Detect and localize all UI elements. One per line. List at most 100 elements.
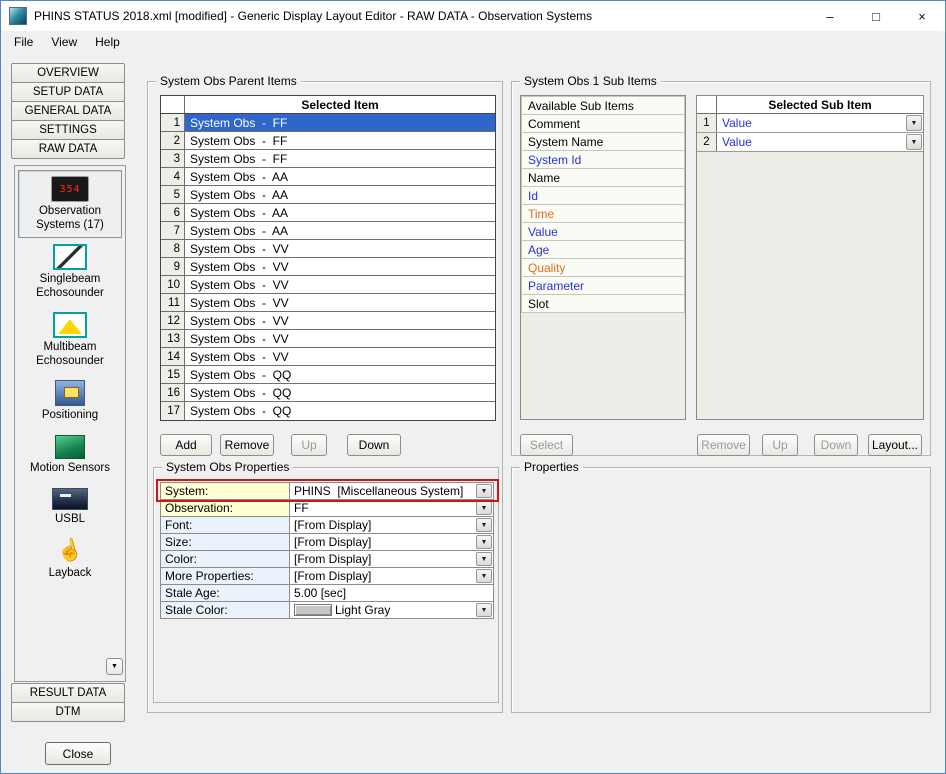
- available-sub-item[interactable]: System Id: [521, 150, 685, 169]
- property-combobox[interactable]: Light Gray ▼: [290, 601, 494, 619]
- dropdown-arrow-icon[interactable]: ▼: [476, 535, 492, 549]
- nav-button[interactable]: OVERVIEW: [11, 63, 125, 83]
- title-bar[interactable]: PHINS STATUS 2018.xml [modified] - Gener…: [1, 1, 945, 31]
- sub-item-button[interactable]: Up: [762, 434, 798, 456]
- minimize-button[interactable]: –: [807, 1, 853, 31]
- table-row[interactable]: 8 System Obs - VV: [161, 240, 495, 258]
- sidebar-item[interactable]: Multibeam Echosounder: [18, 306, 122, 374]
- table-row[interactable]: 9 System Obs - VV: [161, 258, 495, 276]
- sidebar-nav-bottom: RESULT DATADTM: [11, 683, 125, 722]
- sub-item-button[interactable]: Remove: [697, 434, 750, 456]
- row-number: 2: [161, 132, 185, 149]
- property-value: [From Display]: [294, 569, 371, 583]
- row-label: System Obs - FF: [185, 132, 495, 149]
- property-combobox[interactable]: [From Display] ▼: [290, 550, 494, 568]
- dropdown-arrow-icon[interactable]: ▼: [476, 484, 492, 498]
- sub-item-combobox[interactable]: Value ▼: [717, 133, 923, 151]
- dropdown-arrow-icon[interactable]: ▼: [476, 569, 492, 583]
- close-button[interactable]: Close: [45, 742, 111, 765]
- row-number: 3: [161, 150, 185, 167]
- nav-button[interactable]: GENERAL DATA: [11, 101, 125, 121]
- available-sub-item[interactable]: Name: [521, 168, 685, 187]
- available-sub-item[interactable]: Value: [521, 222, 685, 241]
- row-label: System Obs - VV: [185, 240, 495, 257]
- select-button[interactable]: Select: [520, 434, 573, 456]
- selected-header: Selected Sub Item: [697, 96, 923, 114]
- row-number: 5: [161, 186, 185, 203]
- available-sub-item[interactable]: System Name: [521, 132, 685, 151]
- sub-item-value: Value: [722, 135, 752, 149]
- dropdown-arrow-icon[interactable]: ▼: [476, 552, 492, 566]
- group-sub-items: System Obs 1 Sub Items Available Sub Ite…: [511, 81, 931, 456]
- table-row[interactable]: 10 System Obs - VV: [161, 276, 495, 294]
- dropdown-arrow-icon[interactable]: ▼: [476, 501, 492, 515]
- property-label: Observation:: [160, 499, 290, 517]
- property-combobox[interactable]: 5.00 [sec] ▼: [290, 584, 494, 602]
- nav-button[interactable]: RESULT DATA: [11, 683, 125, 703]
- selected-sub-item-row: 2 Value ▼: [697, 133, 923, 152]
- property-combobox[interactable]: [From Display] ▼: [290, 533, 494, 551]
- table-row[interactable]: 7 System Obs - AA: [161, 222, 495, 240]
- table-row[interactable]: 2 System Obs - FF: [161, 132, 495, 150]
- row-number: 10: [161, 276, 185, 293]
- sidebar-item[interactable]: 354 Observation Systems (17): [18, 170, 122, 238]
- sidebar-item[interactable]: Positioning: [18, 374, 122, 429]
- table-row[interactable]: 12 System Obs - VV: [161, 312, 495, 330]
- table-row[interactable]: 3 System Obs - FF: [161, 150, 495, 168]
- available-sub-item[interactable]: Comment: [521, 114, 685, 133]
- scroll-down-button[interactable]: ▼: [106, 658, 123, 675]
- menu-item[interactable]: Help: [86, 32, 129, 52]
- property-combobox[interactable]: FF ▼: [290, 499, 494, 517]
- dropdown-arrow-icon[interactable]: ▼: [906, 115, 922, 131]
- table-row[interactable]: 15 System Obs - QQ: [161, 366, 495, 384]
- property-label: Stale Age:: [160, 584, 290, 602]
- sidebar-item[interactable]: Motion Sensors: [18, 429, 122, 482]
- table-row[interactable]: 6 System Obs - AA: [161, 204, 495, 222]
- sub-item-button[interactable]: Layout...: [868, 434, 922, 456]
- row-number: 9: [161, 258, 185, 275]
- dropdown-arrow-icon[interactable]: ▼: [476, 518, 492, 532]
- dropdown-arrow-icon[interactable]: ▼: [476, 603, 492, 617]
- available-sub-item[interactable]: Id: [521, 186, 685, 205]
- sub-item-buttons: Remove Up Down Layout...: [697, 434, 922, 456]
- available-sub-item[interactable]: Time: [521, 204, 685, 223]
- table-row[interactable]: 13 System Obs - VV: [161, 330, 495, 348]
- sidebar-item[interactable]: USBL: [18, 482, 122, 533]
- table-row[interactable]: 1 System Obs - FF: [161, 114, 495, 132]
- list-button[interactable]: Add: [160, 434, 212, 456]
- property-combobox[interactable]: [From Display] ▼: [290, 516, 494, 534]
- property-label: System:: [160, 482, 290, 500]
- table-row[interactable]: 4 System Obs - AA: [161, 168, 495, 186]
- available-sub-item[interactable]: Parameter: [521, 276, 685, 295]
- close-window-button[interactable]: ×: [899, 1, 945, 31]
- maximize-button[interactable]: □: [853, 1, 899, 31]
- menu-item[interactable]: File: [5, 32, 42, 52]
- positioning-icon: [55, 380, 85, 406]
- available-sub-item[interactable]: Age: [521, 240, 685, 259]
- list-button[interactable]: Down: [347, 434, 401, 456]
- nav-button[interactable]: SETTINGS: [11, 120, 125, 140]
- sidebar-item[interactable]: ☝ Layback: [18, 532, 122, 587]
- list-button[interactable]: Up: [291, 434, 327, 456]
- dropdown-arrow-icon[interactable]: ▼: [906, 134, 922, 150]
- list-button[interactable]: Remove: [220, 434, 274, 456]
- available-sub-items-panel: Available Sub Items CommentSystem NameSy…: [520, 95, 686, 420]
- available-sub-item[interactable]: Quality: [521, 258, 685, 277]
- property-combobox[interactable]: PHINS [Miscellaneous System] ▼: [290, 482, 494, 500]
- table-row[interactable]: 17 System Obs - QQ: [161, 402, 495, 420]
- table-row[interactable]: 11 System Obs - VV: [161, 294, 495, 312]
- sub-item-combobox[interactable]: Value ▼: [717, 114, 923, 132]
- sidebar-item[interactable]: Singlebeam Echosounder: [18, 238, 122, 306]
- nav-button[interactable]: SETUP DATA: [11, 82, 125, 102]
- table-row[interactable]: 16 System Obs - QQ: [161, 384, 495, 402]
- menu-item[interactable]: View: [42, 32, 86, 52]
- selected-sub-items-panel: Selected Sub Item 1 Value ▼ 2 Value ▼: [696, 95, 924, 420]
- table-row[interactable]: 14 System Obs - VV: [161, 348, 495, 366]
- sidebar-panel: 354 Observation Systems (17) Singlebeam …: [14, 165, 126, 682]
- table-row[interactable]: 5 System Obs - AA: [161, 186, 495, 204]
- nav-button[interactable]: RAW DATA: [11, 139, 125, 159]
- sub-item-button[interactable]: Down: [814, 434, 858, 456]
- available-sub-item[interactable]: Slot: [521, 294, 685, 313]
- nav-button[interactable]: DTM: [11, 702, 125, 722]
- property-combobox[interactable]: [From Display] ▼: [290, 567, 494, 585]
